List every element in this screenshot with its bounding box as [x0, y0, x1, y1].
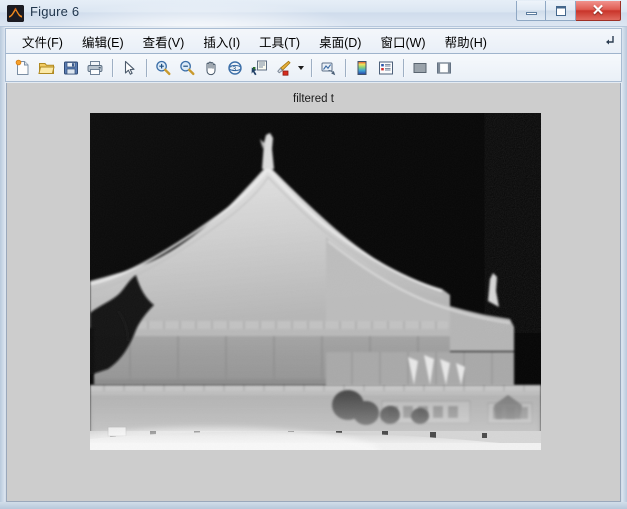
toolbar-separator — [403, 58, 404, 77]
brush-data-dropdown-arrow-icon[interactable] — [296, 57, 305, 79]
menu-bar: 文件(F) 编辑(E) 查看(V) 插入(I) 工具(T) 桌面(D) 窗口(W… — [5, 28, 622, 54]
maximize-icon — [555, 5, 566, 16]
show-plot-tools-icon[interactable] — [433, 57, 455, 79]
figure-canvas[interactable]: filtered t — [6, 83, 621, 502]
rotate-3d-icon[interactable]: 3 — [224, 57, 246, 79]
legend-icon[interactable] — [375, 57, 397, 79]
menu-tools[interactable]: 工具(T) — [252, 29, 307, 54]
pan-hand-icon[interactable] — [200, 57, 222, 79]
window-border-left — [0, 27, 5, 509]
colorbar-icon[interactable] — [351, 57, 373, 79]
minimize-icon — [525, 11, 537, 15]
title-bar-glow — [40, 0, 360, 27]
zoom-in-icon[interactable] — [152, 57, 174, 79]
title-bar: Figure 6 ✕ — [0, 0, 627, 27]
maximize-button[interactable] — [546, 1, 576, 21]
menu-file[interactable]: 文件(F) — [15, 29, 70, 54]
brush-data-icon[interactable] — [272, 57, 294, 79]
figure-window: Figure 6 ✕ 文件(F) 编辑(E) 查看(V) 插入(I) 工具(T)… — [0, 0, 627, 509]
tiananmen-inverted-grayscale — [90, 113, 541, 450]
save-figure-icon[interactable] — [60, 57, 82, 79]
toolbar-separator — [311, 58, 312, 77]
menu-view[interactable]: 查看(V) — [136, 29, 192, 54]
minimize-button[interactable] — [516, 1, 546, 21]
zoom-out-icon[interactable] — [176, 57, 198, 79]
menu-edit[interactable]: 编辑(E) — [75, 29, 131, 54]
link-plot-icon[interactable] — [317, 57, 339, 79]
new-figure-icon[interactable] — [12, 57, 34, 79]
window-border-bottom — [0, 502, 627, 509]
edit-plot-pointer-icon[interactable] — [118, 57, 140, 79]
print-figure-icon[interactable] — [84, 57, 106, 79]
menu-insert[interactable]: 插入(I) — [196, 29, 247, 54]
close-icon: ✕ — [591, 2, 605, 19]
menu-help[interactable]: 帮助(H) — [438, 29, 494, 54]
toolbar: 3 — [5, 54, 622, 82]
menu-window[interactable]: 窗口(W) — [373, 29, 432, 54]
axes-title: filtered t — [293, 93, 334, 105]
data-cursor-icon[interactable] — [248, 57, 270, 79]
grayscale-photo — [90, 113, 541, 450]
toolbar-separator — [112, 58, 113, 77]
close-button[interactable]: ✕ — [576, 1, 621, 21]
open-file-icon[interactable] — [36, 57, 58, 79]
hide-plot-tools-icon[interactable] — [409, 57, 431, 79]
svg-text:3: 3 — [232, 66, 236, 73]
menu-overflow-arrow-icon[interactable] — [604, 35, 615, 48]
toolbar-separator — [345, 58, 346, 77]
menu-desktop[interactable]: 桌面(D) — [312, 29, 368, 54]
toolbar-separator — [146, 58, 147, 77]
matlab-membrane-icon — [7, 5, 24, 22]
window-title: Figure 6 — [30, 4, 80, 19]
window-border-right — [622, 27, 627, 509]
